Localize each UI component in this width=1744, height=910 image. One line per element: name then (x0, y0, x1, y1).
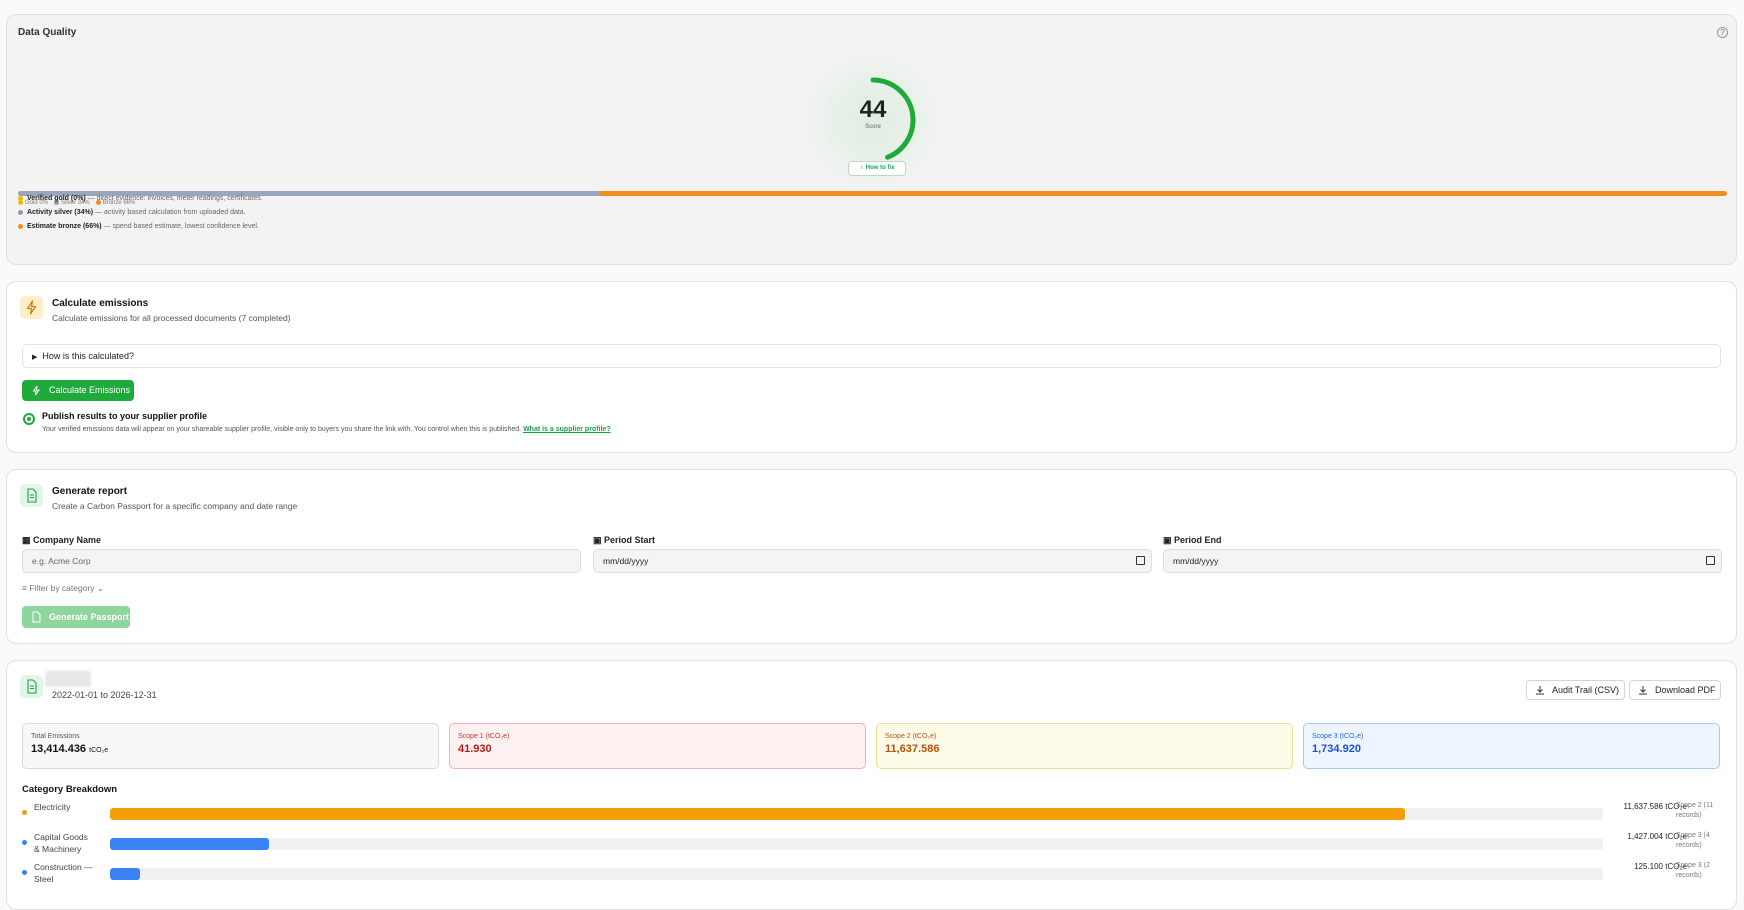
scope2-label: Scope 2 (tCO₂e) (885, 733, 937, 740)
category-bar-track (110, 808, 1603, 820)
how-calculated-toggle[interactable]: ▶ How is this calculated? (22, 344, 1721, 368)
category-row: Capital Goods & Machinery 1,427.004 tCO₂e… (22, 831, 1722, 857)
calculate-emissions-button[interactable]: Calculate Emissions (22, 380, 134, 401)
calendar-icon: ▣ (1163, 535, 1172, 545)
publish-description: Your verified emissions data will appear… (42, 426, 611, 433)
lightbulb-icon: ♁ (859, 165, 865, 171)
total-emissions-card: Total Emissions 13,414.436 tCO₂e (22, 723, 439, 769)
category-bar (110, 838, 269, 850)
period-end-label: ▣ Period End (1163, 535, 1222, 545)
category-bar-track (110, 838, 1603, 850)
category-dot (22, 810, 27, 815)
results-card: 2022-01-01 to 2026-12-31 Audit Trail (CS… (6, 660, 1737, 910)
calendar-icon[interactable] (1136, 556, 1145, 565)
category-breakdown-title: Category Breakdown (22, 784, 118, 795)
scope1-card: Scope 1 (tCO₂e) 41.930 (449, 723, 866, 769)
download-icon (1536, 686, 1544, 695)
total-emissions-value: 13,414.436 tCO₂e (31, 743, 109, 755)
scope3-card: Scope 3 (tCO₂e) 1,734.920 (1303, 723, 1720, 769)
score-label: Score (865, 124, 881, 130)
scope3-value: 1,734.920 (1312, 743, 1361, 755)
lightning-icon (20, 296, 43, 319)
how-to-fix-label: How to fix (865, 165, 895, 171)
help-icon[interactable]: ? (1717, 27, 1728, 38)
period-start-label: ▣ Period Start (593, 535, 656, 545)
tier-gold: Verified gold (0%) — direct evidence: in… (18, 195, 263, 202)
category-name: Capital Goods & Machinery (34, 832, 88, 854)
score-value: 44 (859, 96, 887, 123)
scope1-value: 41.930 (458, 743, 492, 755)
period-end-input[interactable]: mm/dd/yyyy (1163, 549, 1722, 573)
document-icon (20, 484, 43, 507)
category-row: Construction — Steel 125.100 tCO₂e Scope 3… (22, 861, 1722, 887)
tier-bronze: Estimate bronze (66%) — spend based esti… (18, 223, 259, 230)
report-title: Generate report (52, 486, 128, 497)
generate-passport-label: Generate Passport (49, 612, 130, 622)
period-range: 2022-01-01 to 2026-12-31 (52, 690, 157, 700)
data-quality-title: Data Quality (18, 27, 77, 38)
scope3-label: Scope 3 (tCO₂e) (1312, 733, 1364, 740)
category-bar (110, 868, 141, 880)
publish-title: Publish results to your supplier profile (42, 411, 208, 421)
audit-trail-label: Audit Trail (CSV) (1552, 685, 1620, 695)
document-icon (32, 611, 41, 623)
category-row: Electricity 11,637.586 tCO₂e Scope 2 (11 r… (22, 801, 1722, 827)
filter-label: Filter by category (29, 583, 95, 593)
total-emissions-label: Total Emissions (31, 733, 80, 740)
calendar-icon[interactable] (1706, 556, 1715, 565)
category-bar-track (110, 868, 1603, 880)
category-scope: Scope 3 (2 records) (1676, 862, 1710, 879)
category-value: 1,427.004 tCO₂e (1627, 832, 1687, 841)
category-scope: Scope 2 (11 records) (1676, 802, 1714, 819)
lightning-icon (32, 385, 40, 396)
company-label: ▦ Company Name (22, 535, 102, 545)
chevron-down-icon: ⌄ (96, 583, 105, 593)
calculate-subtitle: Calculate emissions for all processed do… (52, 313, 291, 323)
data-quality-card: Data Quality ? 44 Score ♁ How to fix Gol… (6, 14, 1737, 265)
calendar-icon: ▣ (593, 535, 602, 545)
category-dot (22, 870, 27, 875)
download-icon (1639, 686, 1647, 695)
calculate-card: Calculate emissions Calculate emissions … (6, 281, 1737, 453)
how-to-fix-button[interactable]: ♁ How to fix (848, 161, 906, 176)
document-icon (20, 675, 43, 698)
report-subtitle: Create a Carbon Passport for a specific … (52, 501, 298, 511)
filter-icon: ≡ (22, 583, 27, 593)
category-name: Construction — Steel (34, 862, 93, 884)
filter-by-category-button[interactable]: ≡ Filter by category ⌄ (22, 583, 104, 594)
category-value: 11,637.586 tCO₂e (1623, 802, 1687, 811)
download-pdf-button[interactable]: Download PDF (1629, 680, 1721, 700)
category-bar (110, 808, 1406, 820)
audit-trail-button[interactable]: Audit Trail (CSV) (1526, 680, 1625, 700)
triangle-right-icon: ▶ (32, 354, 38, 361)
category-value: 125.100 tCO₂e (1634, 862, 1687, 871)
scope2-card: Scope 2 (tCO₂e) 11,637.586 (876, 723, 1293, 769)
quality-distribution-bar (18, 191, 1727, 196)
building-icon: ▦ (22, 535, 31, 545)
publish-toggle[interactable] (23, 413, 35, 425)
tier-silver: Activity silver (34%) — activity based c… (18, 209, 246, 216)
supplier-profile-link[interactable]: What is a supplier profile? (523, 426, 611, 433)
period-start-input[interactable]: mm/dd/yyyy (593, 549, 1152, 573)
company-name-input[interactable]: e.g. Acme Corp (22, 549, 581, 573)
calculate-emissions-label: Calculate Emissions (49, 385, 131, 395)
category-scope: Scope 3 (4 records) (1676, 832, 1710, 849)
calculate-title: Calculate emissions (52, 298, 149, 309)
category-name: Electricity (34, 802, 71, 812)
download-pdf-label: Download PDF (1655, 685, 1716, 695)
scope2-value: 11,637.586 (885, 743, 940, 755)
generate-passport-button[interactable]: Generate Passport (22, 606, 130, 628)
category-dot (22, 840, 27, 845)
scope1-label: Scope 1 (tCO₂e) (458, 733, 510, 740)
redacted-company-name (45, 671, 91, 687)
how-calculated-label: How is this calculated? (42, 351, 134, 361)
generate-report-card: Generate report Create a Carbon Passport… (6, 469, 1737, 644)
